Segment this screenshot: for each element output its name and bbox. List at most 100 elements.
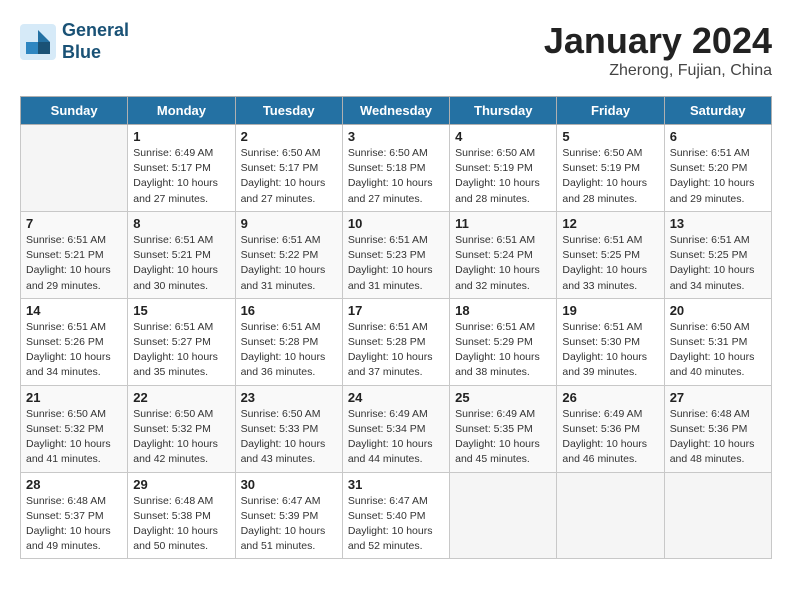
day-info: Sunrise: 6:51 AMSunset: 5:30 PMDaylight:…	[562, 320, 658, 381]
calendar-cell: 28Sunrise: 6:48 AMSunset: 5:37 PMDayligh…	[21, 472, 128, 559]
day-number: 9	[241, 216, 337, 231]
day-info: Sunrise: 6:51 AMSunset: 5:21 PMDaylight:…	[26, 233, 122, 294]
weekday-header: Friday	[557, 97, 664, 125]
calendar-cell: 2 Sunrise: 6:50 AMSunset: 5:17 PMDaylight…	[235, 125, 342, 212]
weekday-header: Monday	[128, 97, 235, 125]
day-info: Sunrise: 6:51 AMSunset: 5:20 PMDaylight:…	[670, 146, 766, 207]
day-number: 6	[670, 129, 766, 144]
day-info: Sunrise: 6:50 AMSunset: 5:33 PMDaylight:…	[241, 407, 337, 468]
day-info: Sunrise: 6:49 AMSunset: 5:34 PMDaylight:…	[348, 407, 444, 468]
day-info: Sunrise: 6:51 AMSunset: 5:24 PMDaylight:…	[455, 233, 551, 294]
day-number: 8	[133, 216, 229, 231]
day-number: 22	[133, 390, 229, 405]
logo: General Blue	[20, 20, 129, 63]
calendar-cell: 23 Sunrise: 6:50 AMSunset: 5:33 PMDayligh…	[235, 385, 342, 472]
day-number: 23	[241, 390, 337, 405]
day-number: 3	[348, 129, 444, 144]
title-section: January 2024 Zherong, Fujian, China	[544, 20, 772, 80]
day-number: 16	[241, 303, 337, 318]
day-number: 21	[26, 390, 122, 405]
calendar-cell: 12Sunrise: 6:51 AMSunset: 5:25 PMDayligh…	[557, 211, 664, 298]
day-number: 17	[348, 303, 444, 318]
day-info: Sunrise: 6:51 AMSunset: 5:25 PMDaylight:…	[670, 233, 766, 294]
day-number: 20	[670, 303, 766, 318]
day-info: Sunrise: 6:48 AMSunset: 5:38 PMDaylight:…	[133, 494, 229, 555]
day-number: 11	[455, 216, 551, 231]
calendar-cell: 9 Sunrise: 6:51 AMSunset: 5:22 PMDaylight…	[235, 211, 342, 298]
calendar-cell: 3 Sunrise: 6:50 AMSunset: 5:18 PMDaylight…	[342, 125, 449, 212]
day-number: 13	[670, 216, 766, 231]
day-number: 18	[455, 303, 551, 318]
calendar-cell: 27Sunrise: 6:48 AMSunset: 5:36 PMDayligh…	[664, 385, 771, 472]
weekday-header: Tuesday	[235, 97, 342, 125]
calendar-cell: 1 Sunrise: 6:49 AMSunset: 5:17 PMDaylight…	[128, 125, 235, 212]
day-info: Sunrise: 6:49 AMSunset: 5:35 PMDaylight:…	[455, 407, 551, 468]
calendar-cell: 17 Sunrise: 6:51 AMSunset: 5:28 PMDayligh…	[342, 298, 449, 385]
day-number: 1	[133, 129, 229, 144]
logo-icon	[20, 24, 56, 60]
day-info: Sunrise: 6:50 AMSunset: 5:31 PMDaylight:…	[670, 320, 766, 381]
calendar-cell: 10Sunrise: 6:51 AMSunset: 5:23 PMDayligh…	[342, 211, 449, 298]
calendar-cell: 31Sunrise: 6:47 AMSunset: 5:40 PMDayligh…	[342, 472, 449, 559]
calendar-cell: 15Sunrise: 6:51 AMSunset: 5:27 PMDayligh…	[128, 298, 235, 385]
day-number: 29	[133, 477, 229, 492]
day-info: Sunrise: 6:50 AMSunset: 5:18 PMDaylight:…	[348, 146, 444, 207]
day-info: Sunrise: 6:50 AMSunset: 5:19 PMDaylight:…	[455, 146, 551, 207]
day-number: 19	[562, 303, 658, 318]
calendar-cell: 30 Sunrise: 6:47 AMSunset: 5:39 PMDayligh…	[235, 472, 342, 559]
calendar-cell	[664, 472, 771, 559]
calendar-cell: 18 Sunrise: 6:51 AMSunset: 5:29 PMDayligh…	[450, 298, 557, 385]
logo-text: General Blue	[62, 20, 129, 63]
day-number: 27	[670, 390, 766, 405]
day-number: 2	[241, 129, 337, 144]
calendar-cell: 22 Sunrise: 6:50 AMSunset: 5:32 PMDayligh…	[128, 385, 235, 472]
calendar-week-row: 28Sunrise: 6:48 AMSunset: 5:37 PMDayligh…	[21, 472, 772, 559]
calendar-cell: 20 Sunrise: 6:50 AMSunset: 5:31 PMDayligh…	[664, 298, 771, 385]
calendar-cell: 8 Sunrise: 6:51 AMSunset: 5:21 PMDaylight…	[128, 211, 235, 298]
day-number: 30	[241, 477, 337, 492]
calendar-cell: 26 Sunrise: 6:49 AMSunset: 5:36 PMDayligh…	[557, 385, 664, 472]
day-number: 26	[562, 390, 658, 405]
day-info: Sunrise: 6:49 AMSunset: 5:36 PMDaylight:…	[562, 407, 658, 468]
month-title: January 2024	[544, 20, 772, 62]
day-info: Sunrise: 6:47 AMSunset: 5:39 PMDaylight:…	[241, 494, 337, 555]
weekday-header: Sunday	[21, 97, 128, 125]
day-info: Sunrise: 6:51 AMSunset: 5:26 PMDaylight:…	[26, 320, 122, 381]
calendar-table: SundayMondayTuesdayWednesdayThursdayFrid…	[20, 96, 772, 559]
day-number: 15	[133, 303, 229, 318]
calendar-cell: 7 Sunrise: 6:51 AMSunset: 5:21 PMDaylight…	[21, 211, 128, 298]
day-number: 10	[348, 216, 444, 231]
calendar-cell	[557, 472, 664, 559]
day-info: Sunrise: 6:50 AMSunset: 5:17 PMDaylight:…	[241, 146, 337, 207]
calendar-cell: 4 Sunrise: 6:50 AMSunset: 5:19 PMDaylight…	[450, 125, 557, 212]
day-number: 4	[455, 129, 551, 144]
day-info: Sunrise: 6:51 AMSunset: 5:22 PMDaylight:…	[241, 233, 337, 294]
day-info: Sunrise: 6:49 AMSunset: 5:17 PMDaylight:…	[133, 146, 229, 207]
weekday-header-row: SundayMondayTuesdayWednesdayThursdayFrid…	[21, 97, 772, 125]
day-info: Sunrise: 6:51 AMSunset: 5:25 PMDaylight:…	[562, 233, 658, 294]
calendar-cell: 11 Sunrise: 6:51 AMSunset: 5:24 PMDayligh…	[450, 211, 557, 298]
calendar-cell: 24Sunrise: 6:49 AMSunset: 5:34 PMDayligh…	[342, 385, 449, 472]
calendar-cell: 29 Sunrise: 6:48 AMSunset: 5:38 PMDayligh…	[128, 472, 235, 559]
calendar-cell: 6 Sunrise: 6:51 AMSunset: 5:20 PMDaylight…	[664, 125, 771, 212]
day-number: 7	[26, 216, 122, 231]
day-number: 28	[26, 477, 122, 492]
calendar-cell: 25 Sunrise: 6:49 AMSunset: 5:35 PMDayligh…	[450, 385, 557, 472]
calendar-cell: 13 Sunrise: 6:51 AMSunset: 5:25 PMDayligh…	[664, 211, 771, 298]
day-info: Sunrise: 6:51 AMSunset: 5:28 PMDaylight:…	[241, 320, 337, 381]
day-info: Sunrise: 6:50 AMSunset: 5:32 PMDaylight:…	[133, 407, 229, 468]
calendar-week-row: 1 Sunrise: 6:49 AMSunset: 5:17 PMDaylight…	[21, 125, 772, 212]
day-number: 14	[26, 303, 122, 318]
calendar-cell	[450, 472, 557, 559]
day-info: Sunrise: 6:47 AMSunset: 5:40 PMDaylight:…	[348, 494, 444, 555]
day-info: Sunrise: 6:50 AMSunset: 5:19 PMDaylight:…	[562, 146, 658, 207]
calendar-cell: 16 Sunrise: 6:51 AMSunset: 5:28 PMDayligh…	[235, 298, 342, 385]
day-info: Sunrise: 6:51 AMSunset: 5:29 PMDaylight:…	[455, 320, 551, 381]
day-number: 25	[455, 390, 551, 405]
location: Zherong, Fujian, China	[544, 62, 772, 80]
day-info: Sunrise: 6:51 AMSunset: 5:21 PMDaylight:…	[133, 233, 229, 294]
calendar-week-row: 21 Sunrise: 6:50 AMSunset: 5:32 PMDayligh…	[21, 385, 772, 472]
calendar-cell: 21Sunrise: 6:50 AMSunset: 5:32 PMDayligh…	[21, 385, 128, 472]
day-info: Sunrise: 6:51 AMSunset: 5:28 PMDaylight:…	[348, 320, 444, 381]
calendar-cell	[21, 125, 128, 212]
